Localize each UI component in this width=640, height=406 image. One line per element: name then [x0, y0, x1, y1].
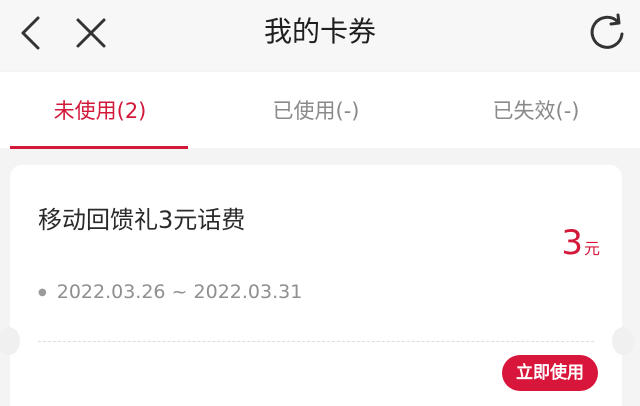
card-notch-right: [612, 327, 634, 355]
validity-dates: 2022.03.26 ~ 2022.03.31: [56, 281, 303, 303]
page-title: 我的卡券: [263, 15, 376, 48]
active-tab-indicator: [10, 146, 188, 149]
dashed-divider: [38, 341, 594, 342]
use-now-button[interactable]: 立即使用: [502, 355, 598, 391]
coupon-value-unit: 元: [583, 239, 600, 258]
coupon-card[interactable]: 移动回馈礼3元话费 3元 ● 2022.03.26 ~ 2022.03.31 立即…: [0, 165, 634, 406]
tab-expired[interactable]: 已失效(-): [446, 72, 626, 148]
coupon-name: 移动回馈礼3元话费: [38, 206, 246, 234]
card-notch-left: [0, 327, 20, 355]
coupon-value-number: 3: [561, 223, 583, 263]
refresh-icon[interactable]: [582, 8, 632, 58]
my-coupons-page: 我的卡券 未使用(2) 已使用(-) 已失效(-) 移动回馈礼3元话费 3元 ●…: [0, 0, 640, 406]
tab-unused[interactable]: 未使用(2): [10, 72, 190, 148]
coupon-value: 3元: [561, 223, 600, 263]
top-bar: 我的卡券: [0, 0, 640, 70]
coupon-tabs: 未使用(2) 已使用(-) 已失效(-): [0, 72, 640, 149]
bullet-icon: ●: [38, 287, 47, 298]
tab-used[interactable]: 已使用(-): [226, 72, 406, 148]
coupon-validity: ● 2022.03.26 ~ 2022.03.31: [38, 281, 302, 303]
